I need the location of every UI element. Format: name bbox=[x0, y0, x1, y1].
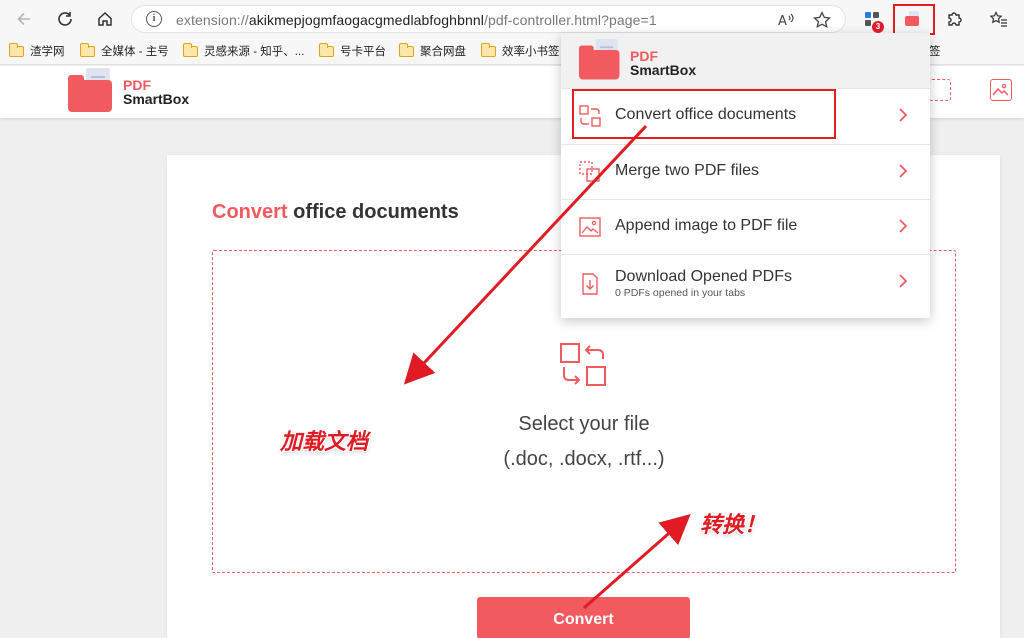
annotation-arrows bbox=[403, 124, 691, 610]
arrow-to-convert bbox=[583, 514, 691, 610]
arrow-to-dropzone bbox=[403, 124, 648, 385]
annotation-convert: 转换！ bbox=[700, 513, 767, 538]
annotation-load-document: 加载文档 bbox=[280, 430, 369, 455]
